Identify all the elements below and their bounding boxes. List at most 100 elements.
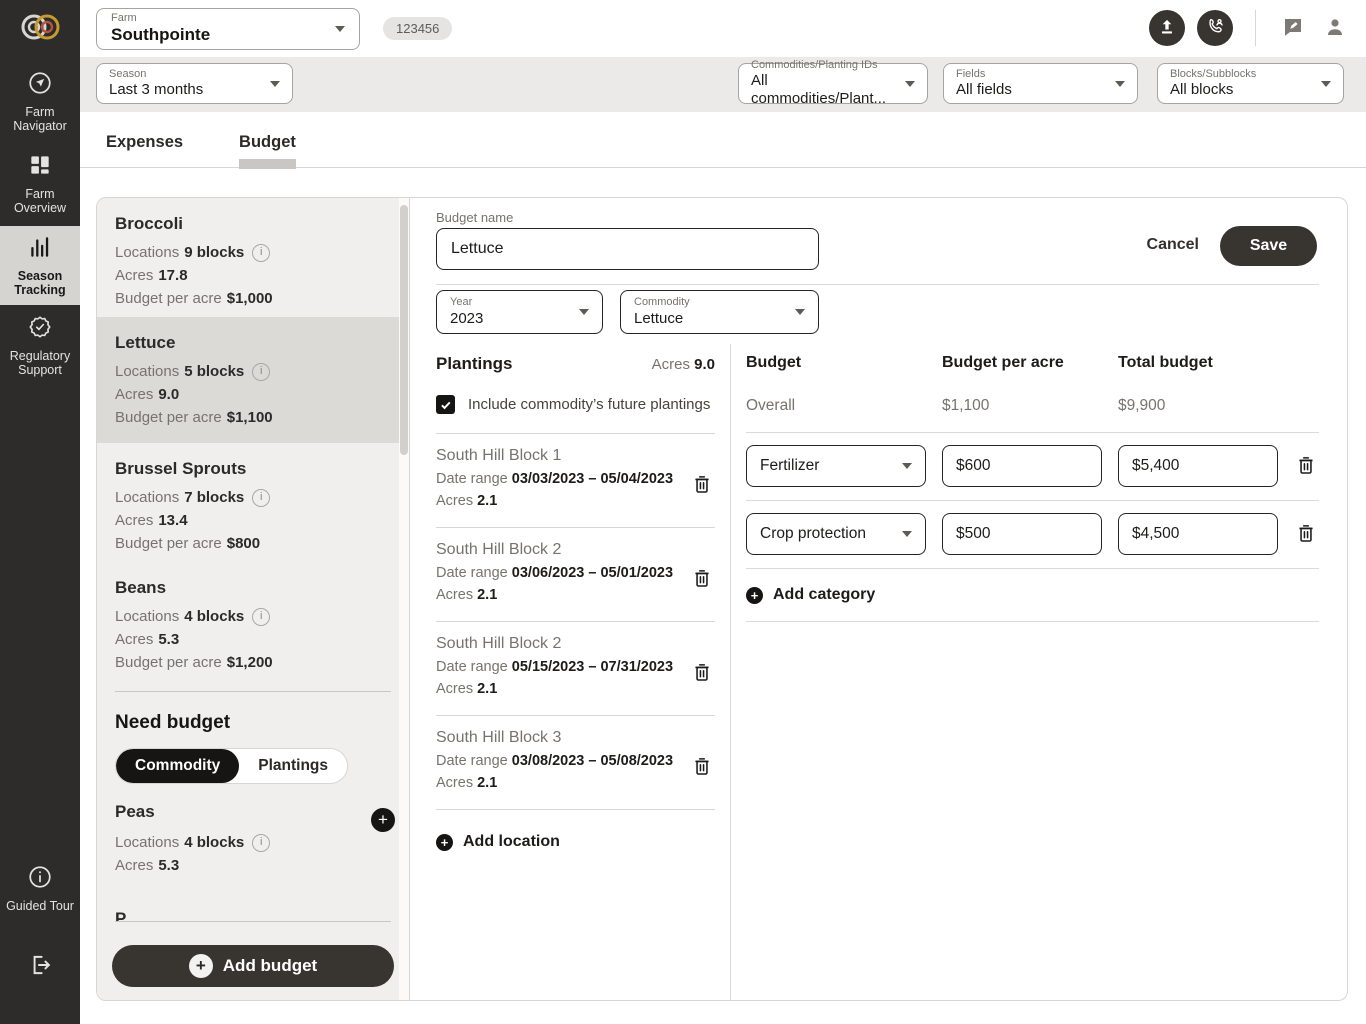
budget-per-acre-value: $1,100 (226, 409, 273, 426)
toggle-commodity[interactable]: Commodity (116, 749, 240, 783)
toggle-plantings[interactable]: Plantings (239, 749, 348, 783)
section-divider (436, 284, 1319, 285)
blocks-filter[interactable]: Blocks/Subblocks All blocks (1157, 63, 1344, 104)
budget-per-acre-column-header: Budget per acre (942, 354, 1064, 371)
acres-label: Acres (115, 267, 154, 284)
delete-category-button[interactable] (1293, 452, 1319, 480)
top-bar: Farm Southpointe 123456 (80, 0, 1366, 57)
per-acre-input[interactable] (942, 445, 1102, 487)
trash-icon (691, 475, 713, 499)
date-range-value: 03/08/2023 – 05/08/2023 (511, 753, 674, 769)
add-budget-label: Add budget (222, 956, 318, 975)
planting-row: South Hill Block 2 Date range 03/06/2023… (436, 528, 715, 622)
category-select[interactable]: Crop protection (746, 513, 926, 555)
need-budget-item[interactable]: Peas Locations 4 blocks i Acres 5.3 + (115, 784, 395, 883)
create-budget-plus-button[interactable]: + (371, 808, 395, 832)
acres-value: 17.8 (158, 267, 188, 284)
budget-per-acre-value: $800 (226, 535, 261, 552)
sidebar-item-farm-navigator[interactable]: Farm Navigator (0, 62, 80, 141)
category-select[interactable]: Fertilizer (746, 445, 926, 487)
bar-chart-icon (27, 234, 53, 265)
logout-button[interactable] (0, 952, 80, 981)
list-scrollbar-track[interactable] (399, 198, 409, 1000)
account-button[interactable] (1320, 13, 1350, 43)
chevron-down-icon (1321, 80, 1331, 87)
budget-per-acre-label: Budget per acre (115, 535, 222, 552)
tab-expenses[interactable]: Expenses (95, 133, 194, 167)
blocks-filter-label: Blocks/Subblocks (1170, 67, 1257, 80)
info-icon[interactable]: i (252, 607, 271, 626)
farm-select[interactable]: Farm Southpointe (96, 8, 360, 50)
acres-label: Acres (436, 681, 474, 697)
sidebar-item-label: Farm Navigator (13, 105, 67, 133)
chevron-down-icon (579, 309, 589, 315)
budget-column-header: Budget (746, 354, 802, 371)
info-icon[interactable]: i (252, 243, 271, 262)
info-icon[interactable]: i (252, 362, 271, 381)
add-category-button[interactable]: + Add category (746, 586, 875, 604)
info-icon[interactable]: i (252, 833, 271, 852)
list-scrollbar-thumb[interactable] (400, 205, 408, 455)
budget-list-item[interactable]: Brussel Sprouts Locations 7 blocks i Acr… (97, 443, 409, 562)
budget-list-item[interactable]: Broccoli Locations 9 blocks i Acres 17.8… (97, 198, 409, 317)
sidebar-item-guided-tour[interactable]: Guided Tour (0, 856, 80, 921)
checkbox-label: Include commodity’s future plantings (468, 396, 711, 413)
budget-per-acre-value: $1,000 (226, 290, 273, 307)
save-button[interactable]: Save (1220, 226, 1317, 266)
per-acre-input[interactable] (942, 513, 1102, 555)
year-select[interactable]: Year 2023 (436, 290, 603, 334)
commodities-filter[interactable]: Commodities/Planting IDs All commodities… (738, 59, 928, 107)
delete-planting-button[interactable] (689, 565, 715, 593)
delete-planting-button[interactable] (689, 753, 715, 781)
delete-category-button[interactable] (1293, 520, 1319, 548)
trash-icon (1295, 524, 1317, 548)
chevron-down-icon (1115, 80, 1125, 87)
budget-name-label: Budget name (436, 210, 514, 225)
farm-id-badge: 123456 (383, 17, 453, 40)
chat-edit-icon (1281, 15, 1305, 42)
locations-value: 5 blocks (184, 363, 245, 380)
upload-button[interactable] (1149, 10, 1185, 46)
cancel-button[interactable]: Cancel (1147, 236, 1199, 254)
total-budget-input[interactable] (1118, 445, 1278, 487)
overall-per-acre-value: $1,100 (942, 397, 990, 414)
certified-badge-icon (27, 314, 53, 345)
add-location-button[interactable]: + Add location (436, 833, 560, 851)
budget-list-item-selected[interactable]: Lettuce Locations 5 blocks i Acres 9.0 B… (97, 317, 409, 443)
budget-list-item[interactable]: Beans Locations 4 blocks i Acres 5.3 Bud… (97, 562, 409, 681)
fields-filter[interactable]: Fields All fields (943, 63, 1138, 104)
contact-support-button[interactable] (1197, 10, 1233, 46)
include-future-plantings-checkbox[interactable]: Include commodity’s future plantings (436, 395, 715, 414)
commodity-select-value: Lettuce (634, 309, 684, 327)
locations-label: Locations (115, 244, 180, 261)
chevron-down-icon (902, 531, 912, 537)
feedback-button[interactable] (1278, 13, 1308, 43)
chevron-down-icon (335, 26, 345, 32)
delete-planting-button[interactable] (689, 471, 715, 499)
acres-value: 2.1 (477, 587, 498, 603)
sidebar-item-label: Guided Tour (6, 899, 74, 913)
tab-label: Budget (239, 133, 296, 151)
total-budget-input[interactable] (1118, 513, 1278, 555)
info-icon[interactable]: i (252, 488, 271, 507)
year-select-label: Year (450, 296, 473, 309)
column-divider (730, 344, 731, 1000)
budget-name-input[interactable] (436, 228, 819, 270)
phone-contact-icon (1205, 16, 1226, 40)
budget-item-name: Lettuce (115, 333, 176, 352)
sidebar-item-regulatory-support[interactable]: Regulatory Support (0, 306, 80, 385)
plantings-list: South Hill Block 1 Date range 03/03/2023… (436, 433, 715, 810)
sidebar-item-season-tracking[interactable]: Season Tracking (0, 226, 80, 305)
app-logo[interactable] (0, 8, 80, 51)
commodities-filter-label: Commodities/Planting IDs (751, 58, 878, 71)
delete-planting-button[interactable] (689, 659, 715, 687)
tab-budget[interactable]: Budget (228, 133, 307, 169)
plus-icon: + (746, 586, 763, 604)
sidebar-item-farm-overview[interactable]: Farm Overview (0, 144, 80, 223)
commodity-select[interactable]: Commodity Lettuce (620, 290, 819, 334)
season-filter[interactable]: Season Last 3 months (96, 63, 293, 104)
add-budget-button[interactable]: + Add budget (112, 945, 394, 987)
tab-label: Expenses (106, 133, 184, 151)
tab-indicator (239, 159, 296, 169)
need-budget-section: Need budget Commodity Plantings Peas Loc… (97, 702, 409, 883)
